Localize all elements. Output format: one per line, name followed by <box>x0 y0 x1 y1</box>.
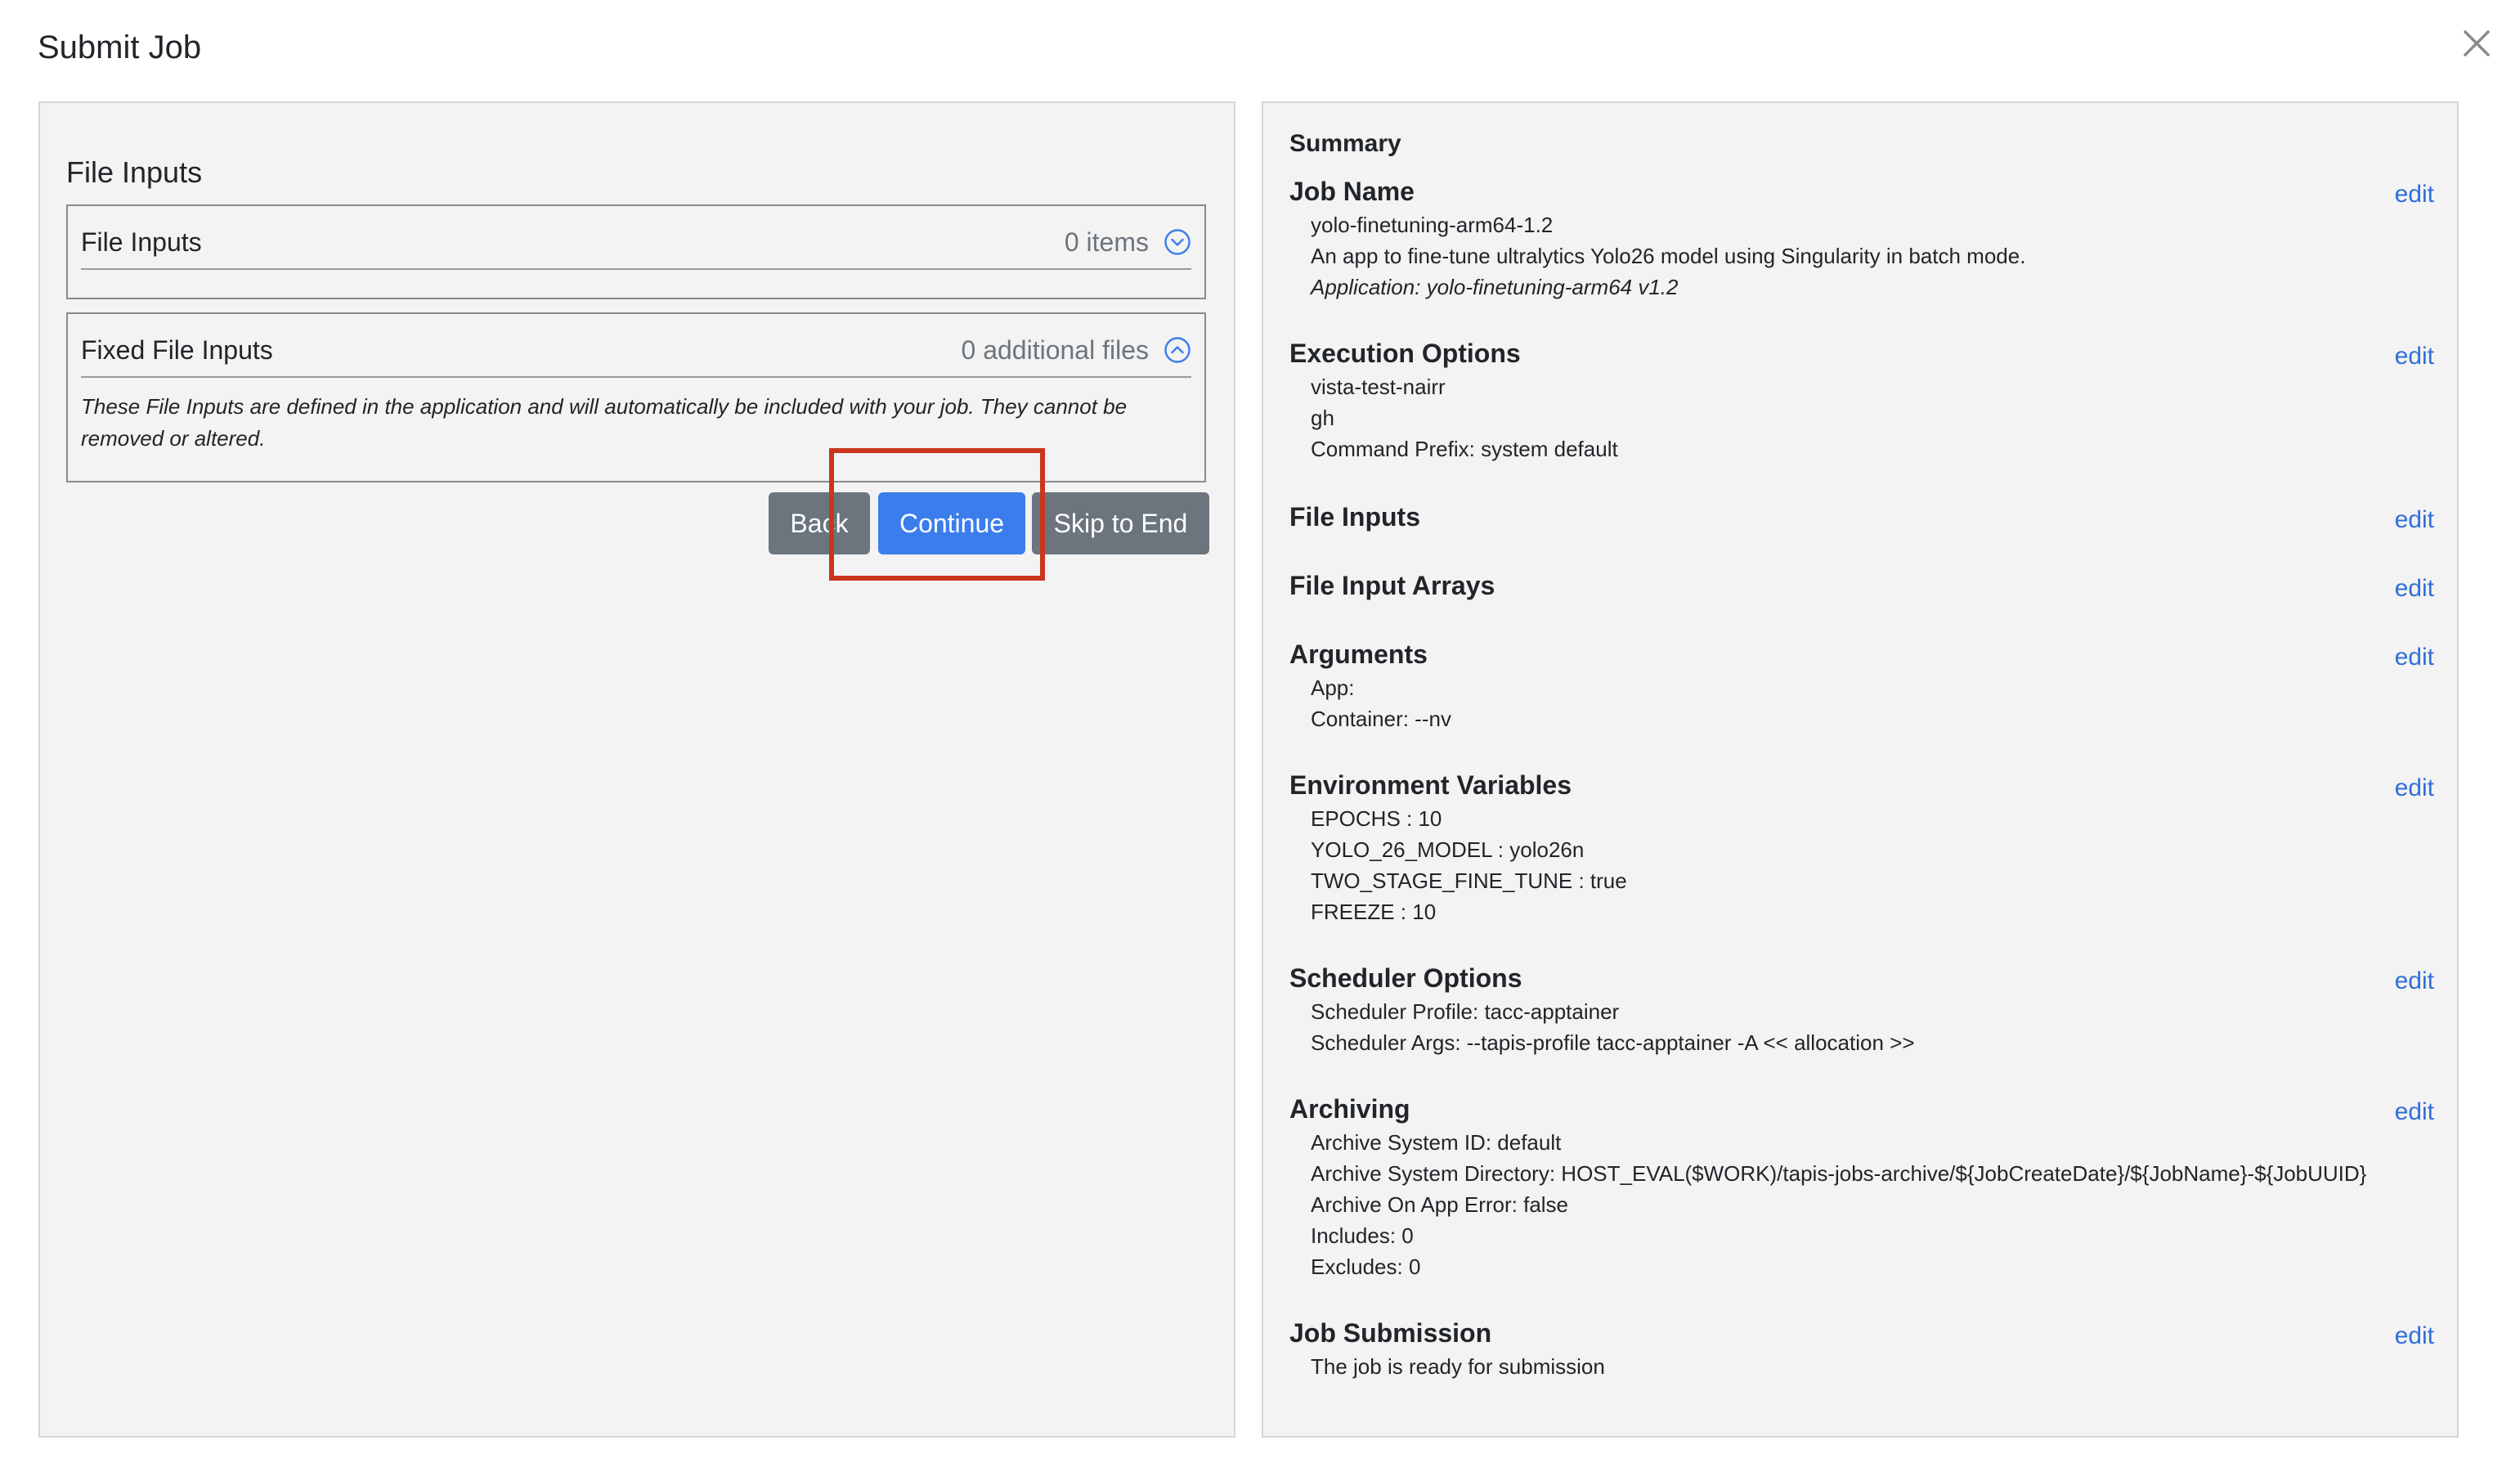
summary-line: Includes: 0 <box>1311 1223 1414 1248</box>
file-inputs-collapse-title: File Inputs <box>81 227 202 257</box>
summary-line: FREEZE : 10 <box>1311 900 1437 924</box>
summary-panel: Summary Job Name edit yolo-finetuning-ar… <box>1262 101 2459 1438</box>
modal-title: Submit Job <box>38 29 202 65</box>
summary-line: Archive System Directory: HOST_EVAL($WOR… <box>1311 1161 2367 1186</box>
summary-section-title: Scheduler Options <box>1289 963 1522 993</box>
continue-button[interactable]: Continue <box>878 492 1025 554</box>
close-icon <box>2464 30 2490 56</box>
summary-line: The job is ready for submission <box>1311 1354 1605 1379</box>
summary-section-title: Execution Options <box>1289 339 1521 368</box>
file-inputs-collapse: File Inputs 0 items <box>66 204 1206 299</box>
file-inputs-collapse-header[interactable]: File Inputs 0 items <box>81 216 1191 270</box>
fixed-file-inputs-count: 0 additional files <box>961 334 1149 365</box>
summary-line: Archive On App Error: false <box>1311 1192 1569 1217</box>
fixed-file-inputs-collapse: Fixed File Inputs 0 additional files The… <box>66 312 1206 482</box>
summary-title: Summary <box>1289 130 1401 157</box>
summary-line: gh <box>1311 406 1334 430</box>
fixed-file-inputs-collapse-title: Fixed File Inputs <box>81 334 273 365</box>
summary-line: App: <box>1311 675 1355 700</box>
summary-line: Archive System ID: default <box>1311 1130 1562 1155</box>
summary-line: yolo-finetuning-arm64-1.2 <box>1311 213 1554 237</box>
summary-section-title: File Input Arrays <box>1289 571 1495 600</box>
file-inputs-count: 0 items <box>1064 227 1149 257</box>
summary-line: Excludes: 0 <box>1311 1254 1421 1279</box>
summary-arguments: Arguments edit App: Container: --nv <box>1289 636 2434 734</box>
fixed-file-inputs-collapse-header[interactable]: Fixed File Inputs 0 additional files <box>81 324 1191 378</box>
summary-line: An app to fine-tune ultralytics Yolo26 m… <box>1311 244 2026 268</box>
file-inputs-step-panel: File Inputs File Inputs 0 items Fixed Fi… <box>38 101 1235 1438</box>
edit-job-submission-link[interactable]: edit <box>2395 1318 2434 1354</box>
chevron-up-circle-icon[interactable] <box>1164 336 1191 364</box>
edit-execution-options-link[interactable]: edit <box>2395 339 2434 375</box>
summary-section-title: Job Submission <box>1289 1318 1492 1348</box>
summary-scheduler-options: Scheduler Options edit Scheduler Profile… <box>1289 960 2434 1058</box>
summary-line: EPOCHS : 10 <box>1311 806 1442 831</box>
edit-job-name-link[interactable]: edit <box>2395 177 2434 213</box>
step-heading: File Inputs <box>66 155 203 189</box>
skip-to-end-button[interactable]: Skip to End <box>1032 492 1209 554</box>
edit-file-input-arrays-link[interactable]: edit <box>2395 571 2434 607</box>
summary-line: Application: yolo-finetuning-arm64 v1.2 <box>1311 275 1679 299</box>
edit-environment-variables-link[interactable]: edit <box>2395 770 2434 806</box>
summary-file-input-arrays: File Input Arrays edit <box>1289 568 2434 604</box>
close-button[interactable] <box>2456 23 2497 64</box>
step-buttons: Back Continue Skip to End <box>40 492 1237 554</box>
summary-file-inputs: File Inputs edit <box>1289 499 2434 535</box>
summary-line: Scheduler Args: --tapis-profile tacc-app… <box>1311 1030 1915 1055</box>
summary-section-title: Job Name <box>1289 177 1415 206</box>
edit-scheduler-options-link[interactable]: edit <box>2395 963 2434 999</box>
summary-line: Container: --nv <box>1311 707 1451 731</box>
back-button[interactable]: Back <box>769 492 870 554</box>
summary-line: Scheduler Profile: tacc-apptainer <box>1311 999 1620 1024</box>
summary-section-title: File Inputs <box>1289 502 1420 532</box>
summary-job-name: Job Name edit yolo-finetuning-arm64-1.2 … <box>1289 173 2434 303</box>
summary-section-title: Environment Variables <box>1289 770 1572 800</box>
summary-job-submission: Job Submission edit The job is ready for… <box>1289 1315 2434 1382</box>
edit-archiving-link[interactable]: edit <box>2395 1094 2434 1130</box>
summary-archiving: Archiving edit Archive System ID: defaul… <box>1289 1091 2434 1282</box>
summary-line: Command Prefix: system default <box>1311 437 1618 461</box>
summary-line: TWO_STAGE_FINE_TUNE : true <box>1311 868 1627 893</box>
summary-section-title: Arguments <box>1289 640 1428 669</box>
summary-line: YOLO_26_MODEL : yolo26n <box>1311 837 1585 862</box>
fixed-file-inputs-description: These File Inputs are defined in the app… <box>81 394 1128 451</box>
summary-line: vista-test-nairr <box>1311 375 1446 399</box>
summary-execution-options: Execution Options edit vista-test-nairr … <box>1289 335 2434 464</box>
chevron-down-circle-icon[interactable] <box>1164 228 1191 256</box>
summary-environment-variables: Environment Variables edit EPOCHS : 10 Y… <box>1289 767 2434 927</box>
summary-section-title: Archiving <box>1289 1094 1410 1124</box>
edit-file-inputs-link[interactable]: edit <box>2395 502 2434 538</box>
edit-arguments-link[interactable]: edit <box>2395 640 2434 675</box>
